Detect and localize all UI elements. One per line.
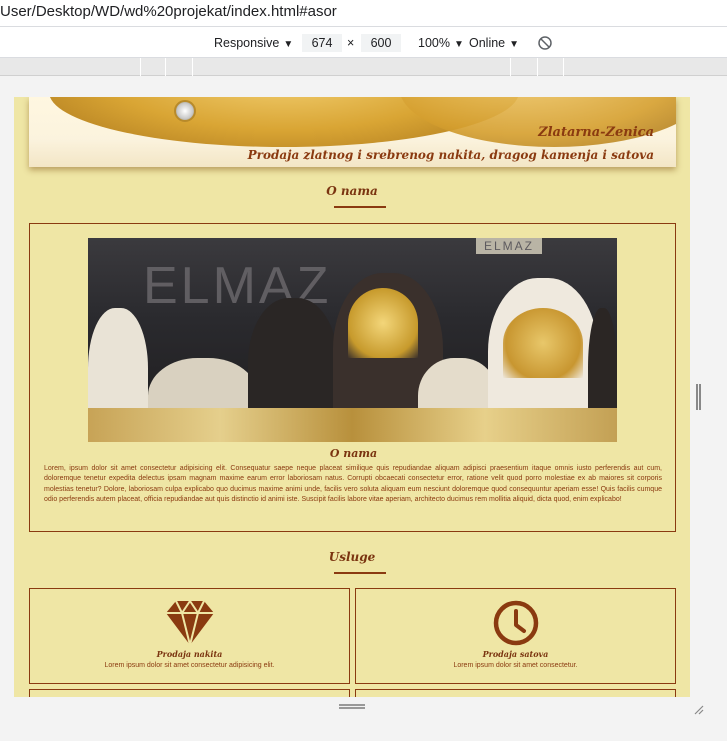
- about-panel: ELMAZ ELMAZ O nama Lorem, ipsum dolor si…: [29, 223, 676, 532]
- device-select[interactable]: Responsive ▼: [214, 36, 293, 50]
- necklace: [503, 308, 583, 378]
- mq-divider: [192, 58, 193, 76]
- mq-divider: [140, 58, 141, 76]
- url-text[interactable]: User/Desktop/WD/wd%20projekat/index.html…: [0, 3, 337, 20]
- resize-handle-bottom[interactable]: [339, 704, 365, 709]
- rotate-icon[interactable]: [537, 35, 553, 54]
- heading-underline: [334, 572, 386, 574]
- service-card: [29, 689, 350, 697]
- throttle-label: Online: [469, 36, 506, 50]
- service-title: Prodaja satova: [482, 649, 549, 659]
- times-sign: ×: [347, 36, 355, 50]
- hero-tagline: Prodaja zlatnog i srebrenog nakita, drag…: [247, 148, 654, 162]
- about-paragraph: Lorem, ipsum dolor sit amet consectetur …: [44, 465, 662, 503]
- service-text: Lorem ipsum dolor sit amet consectetur a…: [104, 662, 275, 669]
- service-card: [355, 689, 676, 697]
- diamond-icon: [164, 599, 216, 647]
- mq-divider: [537, 58, 538, 76]
- service-card: Prodaja satova Lorem ipsum dolor sit ame…: [355, 588, 676, 684]
- services-heading: Usluge: [328, 550, 376, 564]
- hero-banner: Zlatarna-Zenica Prodaja zlatnog i srebre…: [29, 97, 676, 167]
- diamond-stone: [174, 100, 196, 122]
- chevron-down-icon: ▼: [283, 39, 294, 50]
- page-viewport[interactable]: Zlatarna-Zenica Prodaja zlatnog i srebre…: [14, 97, 690, 697]
- device-toolbar: Responsive ▼ 674 × 600 100% ▼ Online ▼: [0, 30, 727, 58]
- zoom-label: 100%: [418, 36, 450, 50]
- device-label: Responsive: [214, 36, 280, 50]
- jewelry-shop-photo: ELMAZ ELMAZ: [88, 238, 617, 442]
- jewelry-counter: [88, 408, 617, 442]
- brand-name: Zlatarna-Zenica: [538, 125, 654, 140]
- about-heading: O nama: [326, 184, 378, 198]
- service-text: Lorem ipsum dolor sit amet consectetur.: [453, 662, 578, 669]
- mq-divider: [165, 58, 166, 76]
- about-subheading: O nama: [329, 447, 378, 460]
- resize-corner-icon[interactable]: [692, 702, 704, 715]
- necklace: [348, 288, 418, 358]
- chevron-down-icon: ▼: [453, 39, 464, 50]
- throttle-select[interactable]: Online ▼: [469, 36, 519, 50]
- zoom-select[interactable]: 100% ▼: [418, 36, 464, 50]
- service-card: Prodaja nakita Lorem ipsum dolor sit ame…: [29, 588, 350, 684]
- height-input[interactable]: 600: [361, 34, 401, 52]
- service-title: Prodaja nakita: [156, 649, 223, 659]
- clock-icon: [490, 599, 542, 647]
- width-input[interactable]: 674: [302, 34, 342, 52]
- shop-sign-small: ELMAZ: [476, 238, 543, 254]
- resize-handle-right[interactable]: [696, 384, 701, 410]
- address-bar[interactable]: User/Desktop/WD/wd%20projekat/index.html…: [0, 0, 727, 27]
- mq-divider: [510, 58, 511, 76]
- chevron-down-icon: ▼: [509, 39, 520, 50]
- emulation-stage: Zlatarna-Zenica Prodaja zlatnog i srebre…: [0, 76, 727, 741]
- mq-divider: [563, 58, 564, 76]
- media-query-bar[interactable]: [0, 58, 727, 76]
- heading-underline: [334, 206, 386, 208]
